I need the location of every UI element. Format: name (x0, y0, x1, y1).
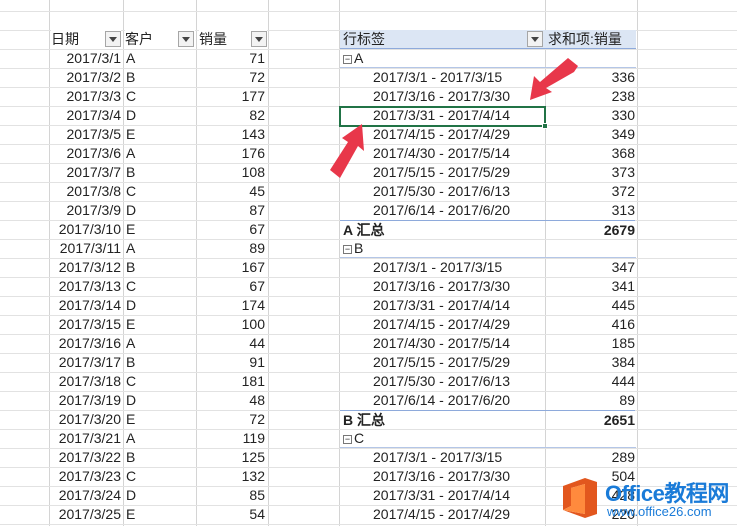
arrow-upper-right-icon (530, 58, 578, 100)
watermark: Office教程网 www.office26.com (557, 470, 737, 526)
watermark-url: www.office26.com (607, 504, 712, 519)
office-logo-icon (563, 478, 597, 518)
arrow-lower-left-icon (330, 124, 364, 178)
annotation-arrows (330, 58, 578, 178)
